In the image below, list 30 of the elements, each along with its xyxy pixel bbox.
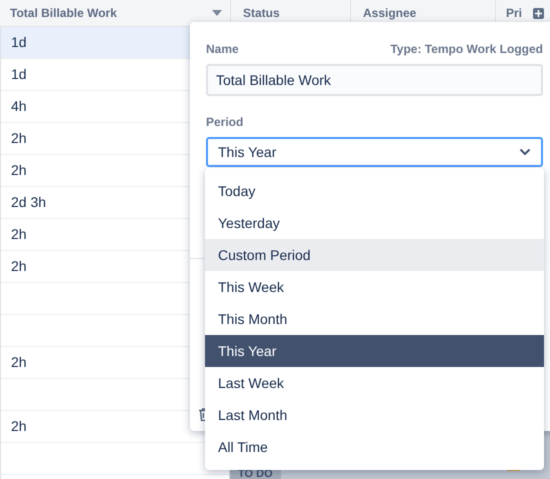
table-cell-text: 2h <box>11 129 27 148</box>
type-label: Type: Tempo Work Logged <box>390 41 543 58</box>
period-select[interactable]: This Year <box>206 137 543 167</box>
menu-option[interactable]: This Year <box>205 335 544 367</box>
name-input[interactable]: Total Billable Work <box>206 64 543 96</box>
field-label: Period <box>206 114 244 131</box>
menu-option[interactable]: Last Week <box>205 367 544 399</box>
table-cell-text: 2h <box>11 417 27 436</box>
chevron-down-icon <box>519 148 531 156</box>
menu-option[interactable]: Yesterday <box>205 207 544 239</box>
menu-option[interactable]: Last Month <box>205 399 544 431</box>
column-header[interactable]: Assignee <box>363 4 416 22</box>
table-cell-text: 2d 3h <box>11 193 46 212</box>
column-header[interactable]: Total Billable Work <box>10 4 117 22</box>
table-cell-text: 2h <box>11 257 27 276</box>
menu-option[interactable]: Custom Period <box>205 239 544 271</box>
table-cell-text: 1d <box>11 65 27 84</box>
table-cell-text: 2h <box>11 161 27 180</box>
table-cell-text: 2h <box>11 225 27 244</box>
menu-option[interactable]: This Week <box>205 271 544 303</box>
add-column-icon[interactable] <box>533 8 544 19</box>
table-cell-text: 2h <box>11 353 27 372</box>
table-cell-text: 4h <box>11 97 27 116</box>
menu-option[interactable]: Today <box>205 175 544 207</box>
table-cell-text: 1d <box>11 33 27 52</box>
column-header[interactable]: Status <box>243 4 280 22</box>
column-header[interactable]: Pri <box>506 4 522 22</box>
menu-option[interactable]: All Time <box>205 431 544 463</box>
dropdown-caret-icon[interactable] <box>212 10 222 16</box>
menu-option[interactable]: This Month <box>205 303 544 335</box>
